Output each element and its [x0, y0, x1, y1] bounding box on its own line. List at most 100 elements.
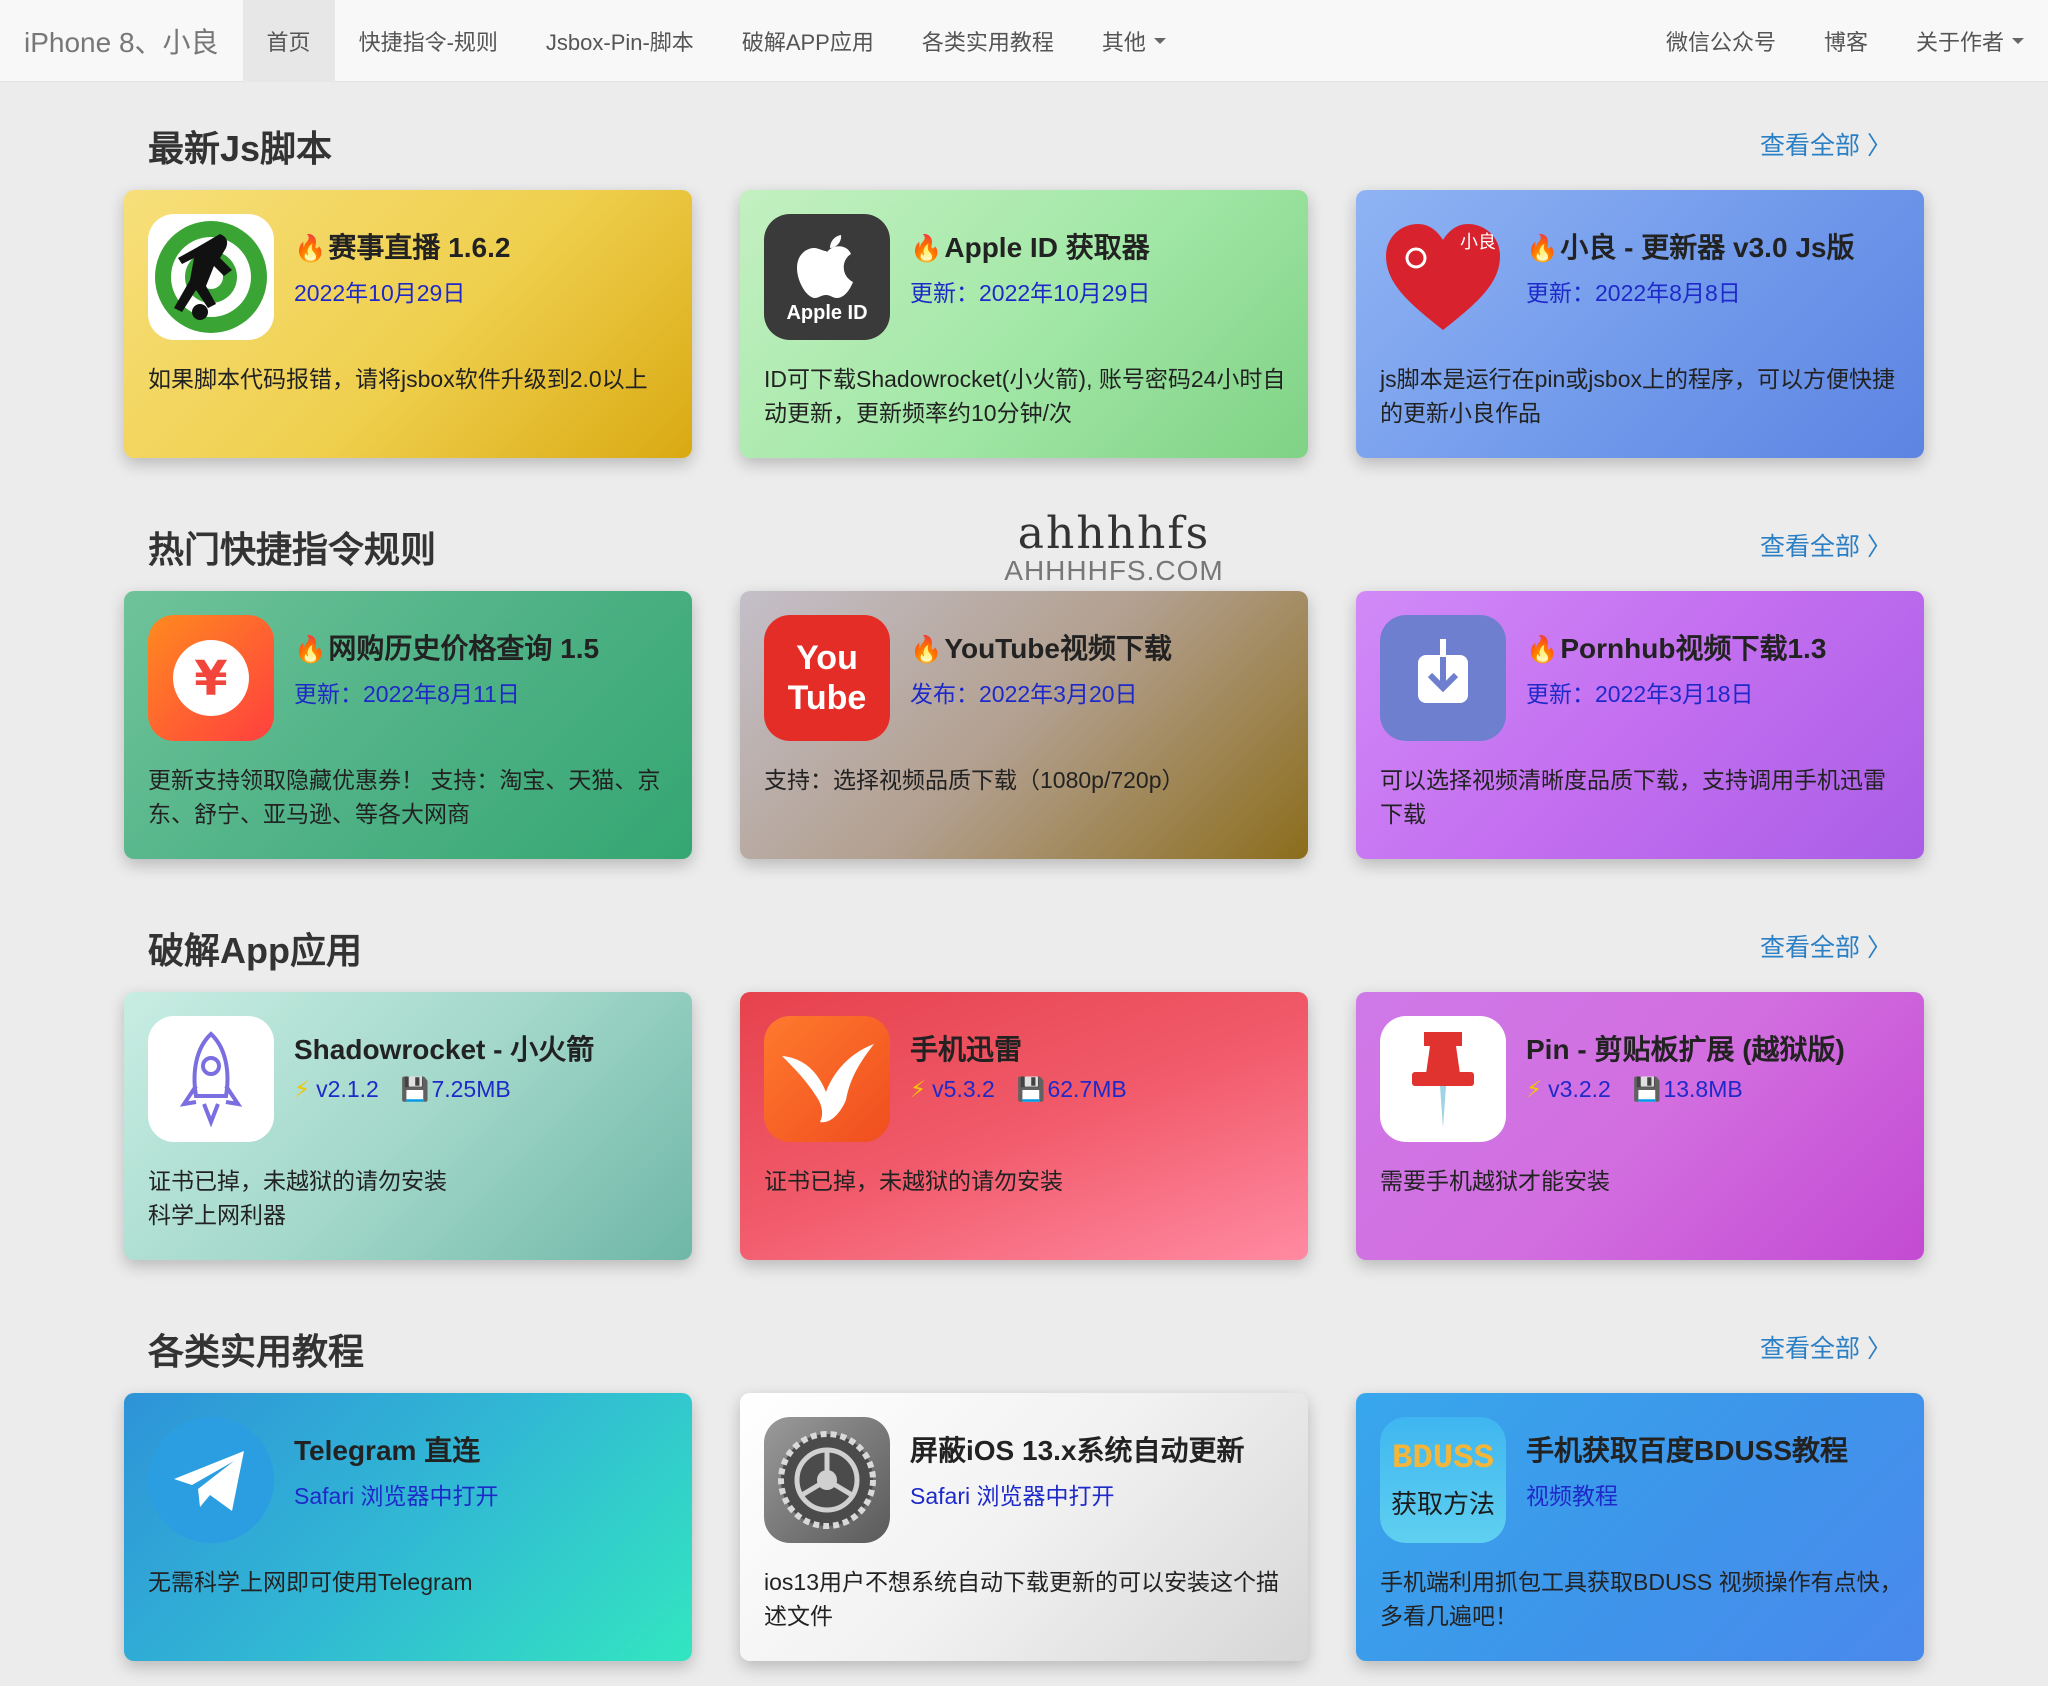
card-bduss[interactable]: BDUSS 获取方法 手机获取百度BDUSS教程 视频教程 手机端利用抓包工具获… [1356, 1393, 1924, 1661]
nav-blog[interactable]: 博客 [1800, 0, 1892, 82]
nav-jsbox[interactable]: Jsbox-Pin-脚本 [522, 0, 718, 82]
nav-tutorials[interactable]: 各类实用教程 [898, 0, 1078, 82]
card-title: 屏蔽iOS 13.x系统自动更新 [910, 1435, 1245, 1466]
card-date: 更新：2022年8月8日 [1526, 280, 1741, 306]
card-title: 赛事直播 1.6.2 [328, 232, 511, 263]
view-all-link[interactable]: 查看全部 〉 [1760, 928, 1892, 964]
section-title-apps: 破解App应用 [148, 930, 362, 971]
size-text: 62.7MB [1047, 1076, 1127, 1102]
card-apple-id[interactable]: Apple ID 🔥Apple ID 获取器 更新：2022年10月29日 ID… [740, 190, 1308, 458]
nav-about-label: 关于作者 [1915, 29, 2004, 55]
icon-label: You [796, 639, 858, 677]
site-brand[interactable]: iPhone 8、小良 [0, 0, 243, 82]
download-icon [1380, 615, 1506, 741]
card-description: 需要手机越狱才能安装 [1380, 1168, 1610, 1194]
card-title: Telegram 直连 [294, 1435, 481, 1466]
card-youtube-download[interactable]: You Tube 🔥YouTube视频下载 发布：2022年3月20日 支持：选… [740, 591, 1308, 859]
view-all-link[interactable]: 查看全部 〉 [1760, 1329, 1892, 1365]
top-navbar: iPhone 8、小良 首页 快捷指令-规则 Jsbox-Pin-脚本 破解AP… [0, 0, 2048, 82]
soccer-player-icon [148, 214, 274, 340]
section-title-js: 最新Js脚本 [148, 128, 333, 169]
settings-gear-icon [764, 1417, 890, 1543]
nav-wechat[interactable]: 微信公众号 [1642, 0, 1800, 82]
heart-icon-label: 小良 [1460, 232, 1496, 253]
card-date: 发布：2022年3月20日 [910, 681, 1138, 707]
card-description: 证书已掉，未越狱的请勿安装 科学上网利器 [148, 1168, 447, 1228]
card-updater[interactable]: 小良 🔥小良 - 更新器 v3.0 Js版 更新：2022年8月8日 js脚本是… [1356, 190, 1924, 458]
watermark-domain: AHHHHFS.COM [1004, 555, 1224, 586]
bolt-icon: ⚡ [1526, 1076, 1543, 1102]
card-description: 证书已掉，未越狱的请勿安装 [764, 1168, 1063, 1194]
telegram-icon [148, 1417, 274, 1543]
card-title: 小良 - 更新器 v3.0 Js版 [1560, 232, 1855, 263]
nav-about-dropdown[interactable]: 关于作者 [1892, 0, 2048, 82]
card-video-download[interactable]: 🔥Pornhub视频下载1.3 更新：2022年3月18日 可以选择视频清晰度品… [1356, 591, 1924, 859]
card-link[interactable]: Safari 浏览器中打开 [294, 1477, 498, 1511]
caret-down-icon [2012, 37, 2024, 44]
bird-icon [764, 1016, 890, 1142]
card-sports-live[interactable]: 🔥赛事直播 1.6.2 2022年10月29日 如果脚本代码报错，请将jsbox… [124, 190, 692, 458]
nav-right-group: 微信公众号 博客 关于作者 [1642, 0, 2048, 82]
version-text: v5.3.2 [932, 1076, 995, 1102]
card-description: 如果脚本代码报错，请将jsbox软件升级到2.0以上 [148, 366, 648, 392]
card-price-history[interactable]: ¥ 🔥网购历史价格查询 1.5 更新：2022年8月11日 更新支持领取隐藏优惠… [124, 591, 692, 859]
version-text: v3.2.2 [1548, 1076, 1611, 1102]
youtube-icon: You Tube [764, 615, 890, 741]
card-description: ios13用户不想系统自动下载更新的可以安装这个描述文件 [764, 1569, 1279, 1629]
nav-other-dropdown[interactable]: 其他 [1078, 0, 1190, 82]
watermark: ahhhhfs AHHHHFS.COM [984, 508, 1244, 587]
card-thunder[interactable]: 手机迅雷 ⚡ v5.3.2 💾62.7MB 证书已掉，未越狱的请勿安装 [740, 992, 1308, 1260]
card-description: 更新支持领取隐藏优惠券！ 支持：淘宝、天猫、京东、舒宁、亚马逊、等各大网商 [148, 767, 661, 827]
size-text: 7.25MB [431, 1076, 511, 1102]
card-description: 支持：选择视频品质下载（1080p/720p） [764, 767, 1185, 793]
floppy-icon: 💾 [1632, 1076, 1662, 1102]
icon-label: BDUSS [1391, 1439, 1495, 1478]
size-text: 13.8MB [1663, 1076, 1743, 1102]
card-date: 更新：2022年8月11日 [294, 681, 520, 707]
rocket-icon [148, 1016, 274, 1142]
card-description: 无需科学上网即可使用Telegram [148, 1569, 473, 1595]
bolt-icon: ⚡ [294, 1076, 311, 1102]
card-date: 更新：2022年3月18日 [1526, 681, 1754, 707]
card-telegram[interactable]: Telegram 直连 Safari 浏览器中打开 无需科学上网即可使用Tele… [124, 1393, 692, 1661]
card-pin[interactable]: Pin - 剪贴板扩展 (越狱版) ⚡ v3.2.2 💾13.8MB 需要手机越狱才… [1356, 992, 1924, 1260]
card-title: Shadowrocket - 小火箭 [294, 1034, 595, 1065]
flame-icon: 🔥 [294, 233, 327, 263]
bolt-icon: ⚡ [910, 1076, 927, 1102]
card-link[interactable]: 视频教程 [1526, 1477, 1618, 1511]
icon-label: Apple ID [786, 301, 868, 324]
card-block-ios-update[interactable]: 屏蔽iOS 13.x系统自动更新 Safari 浏览器中打开 ios13用户不想… [740, 1393, 1308, 1661]
nav-other-label: 其他 [1101, 29, 1146, 55]
bduss-icon: BDUSS 获取方法 [1380, 1417, 1506, 1543]
flame-icon: 🔥 [910, 634, 943, 664]
nav-home[interactable]: 首页 [242, 0, 335, 82]
card-date: 2022年10月29日 [294, 280, 466, 306]
pushpin-icon [1380, 1016, 1506, 1142]
card-title: Apple ID 获取器 [944, 232, 1150, 263]
card-title: Pin - 剪贴板扩展 (越狱版) [1526, 1034, 1845, 1065]
card-title: 手机获取百度BDUSS教程 [1526, 1435, 1849, 1466]
view-all-link[interactable]: 查看全部 〉 [1760, 126, 1892, 162]
flame-icon: 🔥 [294, 634, 327, 664]
flame-icon: 🔥 [1526, 233, 1559, 263]
card-description: 手机端利用抓包工具获取BDUSS 视频操作有点快，多看几遍吧！ [1380, 1569, 1903, 1629]
nav-shortcuts[interactable]: 快捷指令-规则 [335, 0, 522, 82]
yen-icon: ¥ [148, 615, 274, 741]
icon-label: 获取方法 [1390, 1488, 1495, 1519]
card-description: js脚本是运行在pin或jsbox上的程序，可以方便快捷的更新小良作品 [1380, 366, 1895, 426]
floppy-icon: 💾 [1016, 1076, 1046, 1102]
section-title-tutorials: 各类实用教程 [148, 1331, 365, 1372]
view-all-link[interactable]: 查看全部 〉 [1760, 527, 1892, 563]
card-title: YouTube视频下载 [944, 633, 1172, 664]
apple-id-icon: Apple ID [764, 214, 890, 340]
heart-icon: 小良 [1380, 214, 1506, 340]
section-title-shortcuts: 热门快捷指令规则 [148, 529, 437, 570]
card-shadowrocket[interactable]: Shadowrocket - 小火箭 ⚡ v2.1.2 💾7.25MB 证书已掉，未… [124, 992, 692, 1260]
card-link[interactable]: Safari 浏览器中打开 [910, 1477, 1114, 1511]
flame-icon: 🔥 [910, 233, 943, 263]
nav-cracked-apps[interactable]: 破解APP应用 [718, 0, 898, 82]
card-title: 手机迅雷 [910, 1034, 1023, 1065]
flame-icon: 🔥 [1526, 634, 1559, 664]
caret-down-icon [1153, 37, 1166, 44]
icon-label: Tube [787, 679, 867, 717]
